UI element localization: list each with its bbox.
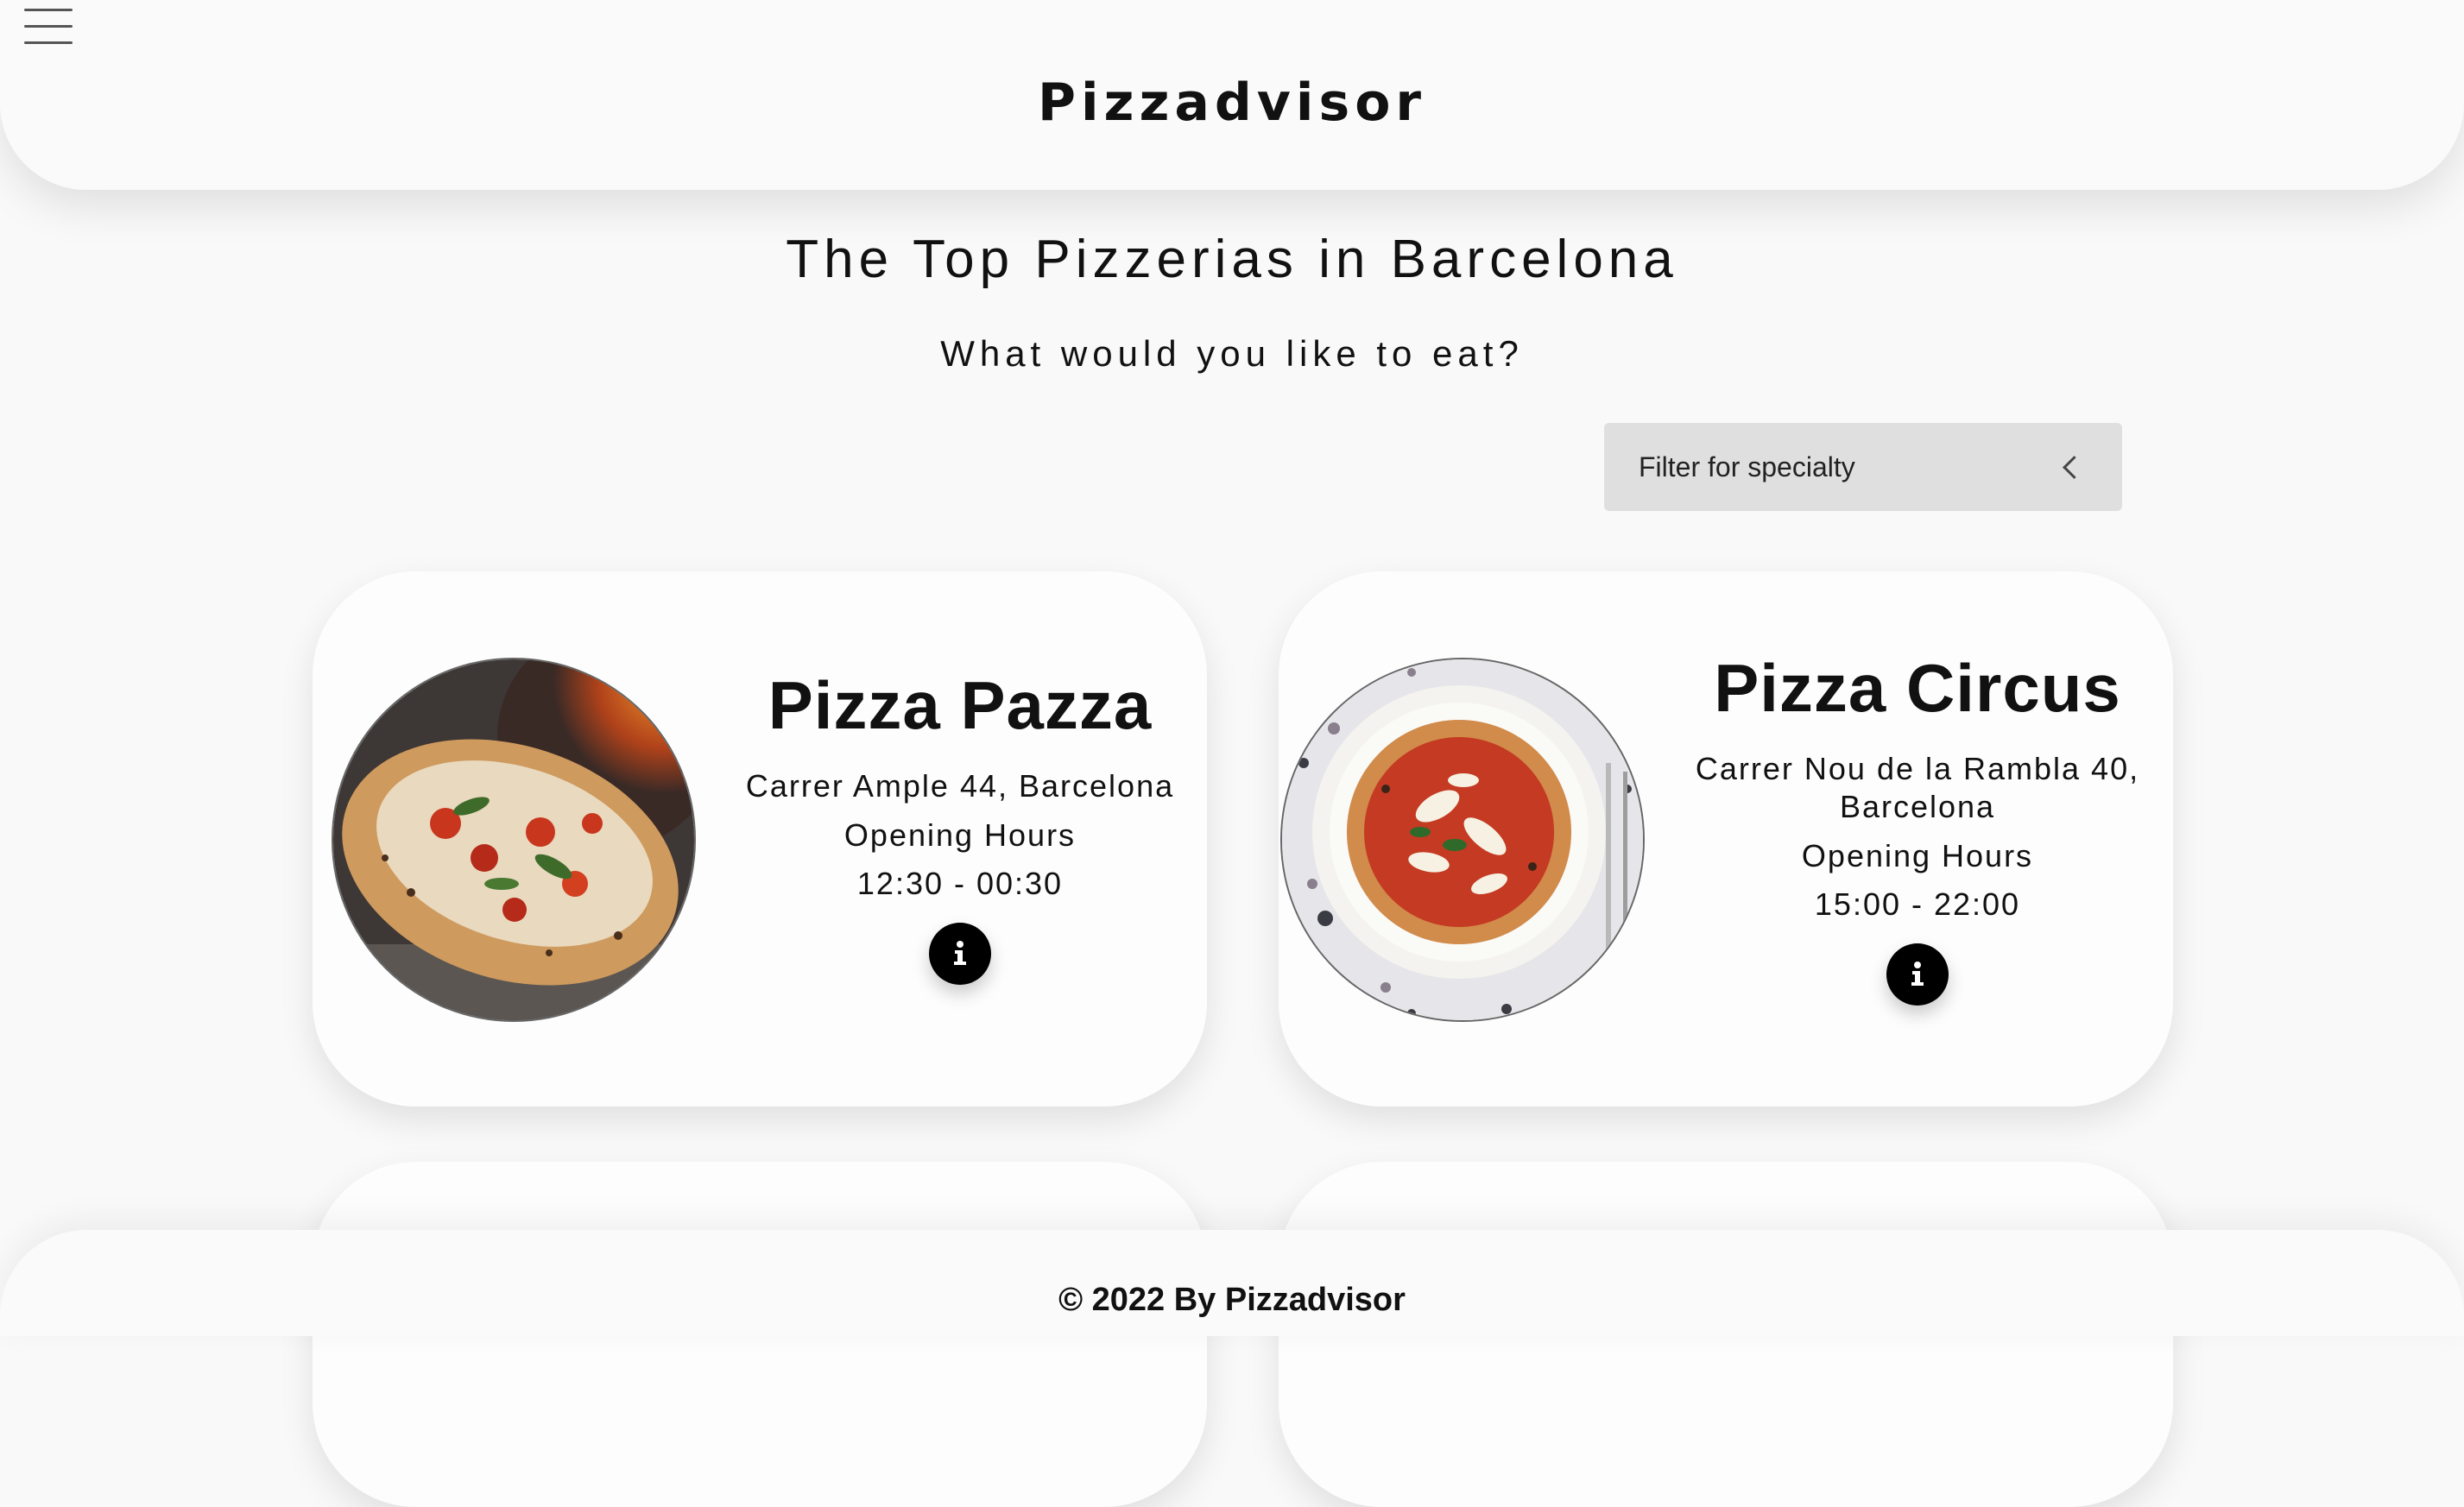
site-header: Pizzadvisor (0, 0, 2464, 190)
pizzeria-card: Pizza Pazza Carrer Ample 44, Barcelona O… (313, 571, 1207, 1107)
pizzeria-address: Carrer Ample 44, Barcelona (745, 768, 1175, 804)
copyright-text: © 2022 By Pizzadvisor (1058, 1282, 1406, 1318)
opening-hours: 12:30 - 00:30 (856, 866, 1064, 901)
hamburger-menu-icon[interactable] (24, 9, 73, 45)
specialty-filter-label: Filter for specialty (1639, 451, 1855, 482)
opening-hours: 15:00 - 22:00 (1814, 886, 2021, 922)
opening-hours-label: Opening Hours (1801, 838, 2034, 873)
info-button[interactable] (929, 923, 991, 985)
pizzeria-address: Carrer Nou de la Rambla 40, Barcelona (1695, 751, 2140, 824)
pizzeria-card: Pizza Circus Carrer Nou de la Rambla 40,… (1279, 571, 2173, 1107)
site-footer: © 2022 By Pizzadvisor (0, 1230, 2464, 1336)
pizza-image (1280, 658, 1645, 1022)
specialty-filter-select[interactable]: Filter for specialty (1604, 423, 2122, 511)
pizza-image (332, 658, 696, 1022)
info-icon (954, 941, 966, 965)
app-title: Pizzadvisor (1037, 73, 1427, 133)
page-subtitle: What would you like to eat? (940, 333, 1524, 374)
pizzeria-name: Pizza Pazza (768, 667, 1153, 743)
info-icon (1911, 962, 1924, 986)
pizzeria-name: Pizza Circus (1714, 650, 2121, 726)
info-button[interactable] (1886, 943, 1949, 1006)
chevron-left-icon (2063, 455, 2086, 479)
page-title: The Top Pizzerias in Barcelona (786, 230, 1678, 289)
opening-hours-label: Opening Hours (843, 817, 1077, 853)
